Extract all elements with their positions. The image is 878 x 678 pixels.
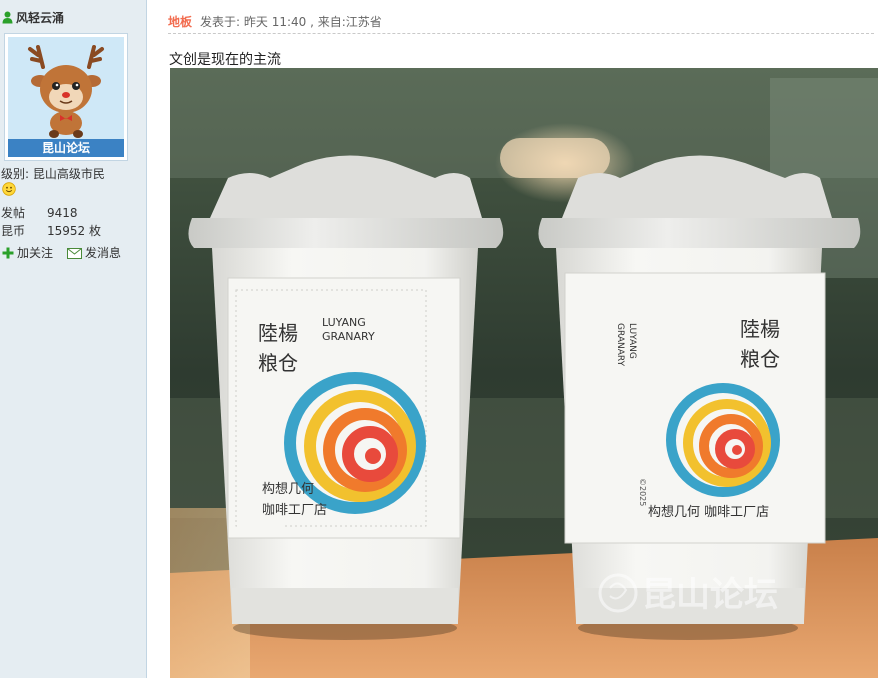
post-text: 文创是现在的主流 (169, 52, 281, 68)
svg-text:陸楊: 陸楊 (258, 321, 298, 345)
svg-text:LUYANG: LUYANG (627, 323, 637, 359)
author-actions: 加关注 发消息 (2, 244, 135, 261)
message-label: 发消息 (85, 246, 122, 260)
author-header: 风轻云涌 (2, 8, 64, 26)
author-level: 级别: 昆山高级市民 (1, 165, 105, 182)
stat-posts: 发帖 9418 (1, 204, 101, 222)
svg-text:咖啡工厂店: 咖啡工厂店 (262, 503, 327, 518)
send-message-button[interactable]: 发消息 (67, 244, 121, 261)
stat-label: 昆币 (1, 224, 26, 238)
author-username[interactable]: 风轻云涌 (16, 9, 64, 26)
avatar-image: 昆山论坛 (8, 37, 124, 157)
level-label: 级别: (1, 167, 30, 181)
follow-button[interactable]: 加关注 (2, 244, 53, 261)
post-main: 地板 发表于: 昨天 11:40 , 来自:江苏省 文创是现在的主流 陸楊 粮仓… (147, 0, 878, 678)
plus-icon (2, 247, 14, 258)
stat-coins: 昆币 15952 枚 (1, 222, 101, 240)
svg-text:GRANARY: GRANARY (615, 323, 625, 367)
svg-text:LUYANG: LUYANG (322, 316, 366, 329)
forum-badge: 昆山论坛 (8, 139, 124, 157)
floor-label[interactable]: 地板 (168, 13, 192, 30)
level-value[interactable]: 昆山高级市民 (33, 167, 105, 181)
online-user-icon (2, 11, 13, 23)
svg-text:GRANARY: GRANARY (322, 330, 375, 343)
envelope-icon (67, 247, 83, 259)
post-image[interactable]: 陸楊 粮仓 LUYANG GRANARY 构想几何 咖啡工厂店 陸楊 粮仓 LU… (170, 68, 878, 678)
smiley-rank-icon (2, 182, 16, 196)
stat-label: 发帖 (1, 206, 26, 220)
svg-text:粮仓: 粮仓 (740, 347, 780, 371)
avatar[interactable]: 昆山论坛 (4, 33, 128, 161)
svg-text:构想几何 咖啡工厂店: 构想几何 咖啡工厂店 (648, 504, 769, 520)
post-timestamp: 发表于: 昨天 11:40 , 来自:江苏省 (200, 14, 382, 29)
cup-left: 陸楊 粮仓 LUYANG GRANARY 构想几何 咖啡工厂店 (188, 155, 504, 640)
author-sidebar: 风轻云涌 昆山论坛 级别: 昆山高级市民 发帖 9418 昆币 15952 枚 … (0, 0, 147, 678)
stat-value: 15952 枚 (47, 224, 101, 238)
svg-text:构想几何: 构想几何 (262, 481, 314, 497)
follow-label: 加关注 (17, 246, 54, 260)
svg-text:粮仓: 粮仓 (258, 351, 298, 375)
stat-value[interactable]: 9418 (47, 204, 78, 222)
svg-text:昆山论坛: 昆山论坛 (642, 575, 778, 615)
svg-text:陸楊: 陸楊 (740, 317, 780, 341)
author-stats: 发帖 9418 昆币 15952 枚 (1, 204, 101, 240)
post-meta-bar: 地板 发表于: 昨天 11:40 , 来自:江苏省 (168, 9, 874, 34)
svg-text:©2025: ©2025 (638, 478, 647, 506)
